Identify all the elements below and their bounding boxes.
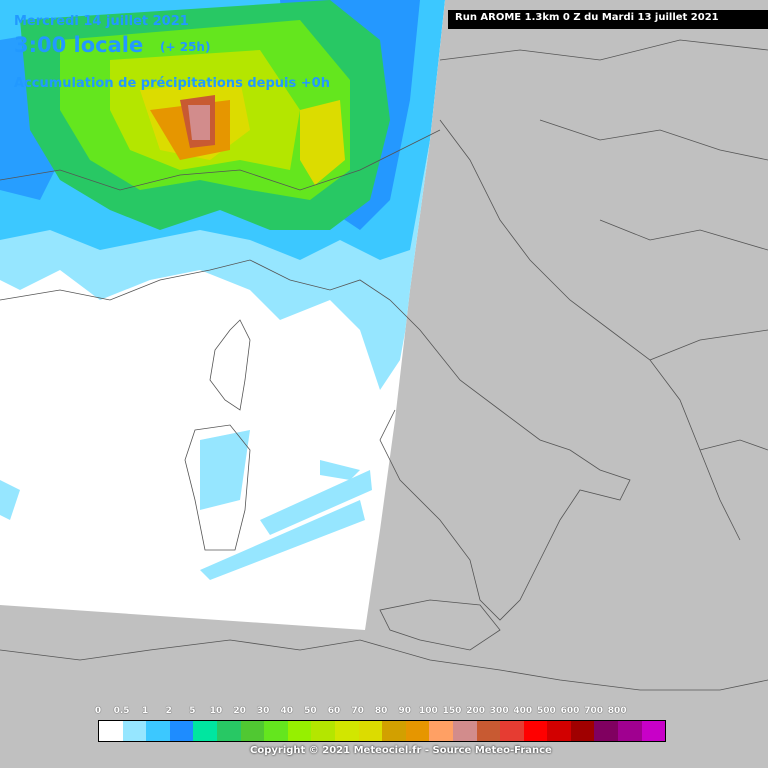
legend-label: 90 bbox=[398, 706, 412, 716]
legend-label: 400 bbox=[513, 706, 533, 716]
legend-label: 60 bbox=[327, 706, 341, 716]
legend-label: 5 bbox=[189, 706, 196, 716]
legend-label: 1 bbox=[142, 706, 149, 716]
legend-swatch bbox=[193, 721, 217, 741]
legend-label: 80 bbox=[374, 706, 388, 716]
legend-swatch bbox=[476, 721, 501, 741]
legend-swatch bbox=[405, 721, 430, 741]
map-stage: Mercredi 14 juillet 2021 3:00 locale (+ … bbox=[0, 0, 768, 768]
legend-swatch bbox=[618, 721, 642, 741]
legend-label: 10 bbox=[209, 706, 223, 716]
legend-swatch bbox=[500, 721, 524, 741]
precipitation-map bbox=[0, 0, 768, 691]
legend-label: 700 bbox=[584, 706, 603, 716]
legend-swatch bbox=[146, 721, 170, 741]
legend-label: 40 bbox=[280, 706, 294, 716]
legend-swatch bbox=[99, 721, 123, 741]
legend-swatch bbox=[429, 721, 453, 741]
legend-swatch bbox=[122, 721, 147, 741]
legend-swatch bbox=[547, 721, 571, 741]
legend-label: 150 bbox=[442, 706, 462, 716]
legend-label: 0 bbox=[94, 706, 102, 716]
legend-swatch bbox=[570, 721, 595, 741]
legend-label: 20 bbox=[233, 706, 246, 716]
legend-swatch bbox=[358, 721, 383, 741]
legend-label: 70 bbox=[351, 706, 364, 716]
legend-swatch bbox=[641, 721, 666, 741]
run-label: Run AROME 1.3km 0 Z du Mardi 13 juillet … bbox=[455, 12, 719, 23]
legend-swatch bbox=[264, 721, 288, 741]
legend-swatch bbox=[452, 721, 477, 741]
legend-swatch bbox=[240, 721, 265, 741]
legend-swatch bbox=[523, 721, 548, 741]
copyright-text: Copyright © 2021 Meteociel.fr - Source M… bbox=[250, 745, 552, 756]
legend-swatch bbox=[594, 721, 619, 741]
forecast-date: Mercredi 14 juillet 2021 bbox=[14, 14, 189, 29]
legend-color-bar bbox=[98, 720, 667, 742]
legend-swatch bbox=[311, 721, 335, 741]
legend-swatch bbox=[169, 721, 194, 741]
legend-label: 800 bbox=[607, 706, 627, 716]
legend-swatch bbox=[334, 721, 359, 741]
forecast-time: 3:00 locale bbox=[14, 33, 144, 57]
legend-label: 30 bbox=[256, 706, 270, 716]
legend-label: 50 bbox=[304, 706, 317, 716]
legend-swatch bbox=[382, 721, 406, 741]
map-title: Accumulation de précipitations depuis +0… bbox=[14, 76, 330, 91]
legend-label: 300 bbox=[489, 706, 509, 716]
legend-label: 600 bbox=[560, 706, 580, 716]
legend-swatch bbox=[216, 721, 241, 741]
legend-label: 200 bbox=[466, 706, 485, 716]
legend-label: 500 bbox=[536, 706, 556, 716]
legend-label: 2 bbox=[165, 706, 172, 716]
legend-label: 0.5 bbox=[113, 706, 130, 716]
legend-label: 100 bbox=[418, 706, 438, 716]
legend-swatch bbox=[287, 721, 312, 741]
forecast-offset: (+ 25h) bbox=[160, 40, 211, 54]
